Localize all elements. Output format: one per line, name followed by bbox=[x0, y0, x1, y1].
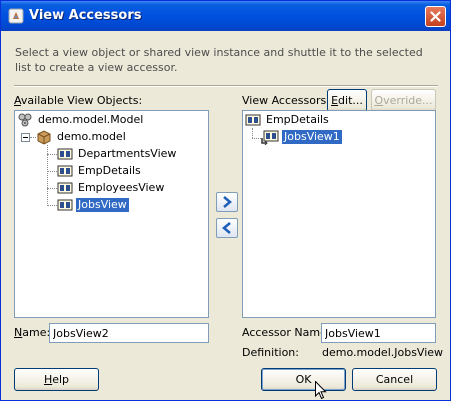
shuttle-add-button[interactable] bbox=[216, 192, 238, 212]
available-view-objects-tree[interactable]: demo.model.Model demo.model DepartmentsV… bbox=[14, 110, 209, 318]
help-button[interactable]: Help bbox=[14, 368, 99, 391]
close-icon bbox=[430, 11, 441, 22]
tree-connector bbox=[252, 138, 261, 139]
tree-item-departmentsview[interactable]: DepartmentsView bbox=[57, 146, 178, 162]
view-object-icon bbox=[57, 182, 73, 194]
view-object-icon bbox=[57, 199, 73, 211]
tree-item-empdetails[interactable]: EmpDetails bbox=[57, 163, 143, 179]
collapse-toggle[interactable] bbox=[21, 133, 30, 142]
mouse-cursor-icon bbox=[315, 381, 327, 400]
ok-button[interactable]: OK bbox=[261, 368, 346, 391]
available-view-objects-label: Available View Objects: bbox=[14, 94, 143, 107]
tree-connector bbox=[47, 188, 57, 189]
tree-node-package[interactable]: demo.model bbox=[36, 129, 128, 145]
accessor-node-empdetails[interactable]: EmpDetails bbox=[245, 112, 331, 128]
tree-connector bbox=[47, 154, 57, 155]
tree-connector bbox=[252, 128, 253, 138]
accessor-name-input[interactable] bbox=[321, 323, 436, 343]
jdeveloper-app-icon bbox=[8, 8, 24, 24]
tree-node-model[interactable]: demo.model.Model bbox=[17, 112, 145, 128]
view-object-icon bbox=[57, 165, 73, 177]
separator bbox=[14, 85, 438, 87]
chevron-left-icon bbox=[222, 222, 231, 234]
tree-connector bbox=[47, 205, 57, 206]
view-accessors-label: View Accessors: bbox=[242, 94, 330, 107]
model-project-icon bbox=[18, 113, 32, 127]
chevron-right-icon bbox=[223, 196, 232, 208]
name-input[interactable] bbox=[49, 323, 209, 343]
close-button[interactable] bbox=[425, 6, 446, 27]
definition-value: demo.model.JobsView bbox=[322, 346, 444, 359]
view-accessors-tree[interactable]: EmpDetails JobsView1 bbox=[242, 110, 436, 318]
tree-connector bbox=[47, 171, 57, 172]
definition-label: Definition: bbox=[242, 346, 299, 359]
shuttle-remove-button[interactable] bbox=[216, 218, 238, 238]
accessor-name-label: Accessor Name: bbox=[242, 326, 331, 339]
view-object-icon bbox=[57, 148, 73, 160]
title-bar[interactable]: View Accessors bbox=[1, 1, 450, 31]
view-object-icon bbox=[245, 114, 261, 126]
tree-item-jobsview[interactable]: JobsView bbox=[57, 197, 129, 213]
tree-item-employeesview[interactable]: EmployeesView bbox=[57, 180, 166, 196]
override-button[interactable]: Override... bbox=[371, 89, 436, 112]
cancel-button[interactable]: Cancel bbox=[352, 368, 437, 391]
view-accessor-icon bbox=[261, 130, 279, 145]
dialog-description: Select a view object or shared view inst… bbox=[15, 46, 423, 74]
dialog-title: View Accessors bbox=[29, 8, 142, 23]
view-accessors-dialog: View Accessors Select a view object or s… bbox=[0, 0, 451, 401]
package-icon bbox=[37, 130, 51, 145]
accessor-node-jobsview1[interactable]: JobsView1 bbox=[261, 129, 342, 145]
edit-button[interactable]: Edit... bbox=[327, 89, 367, 112]
name-label: Name: bbox=[14, 326, 51, 339]
